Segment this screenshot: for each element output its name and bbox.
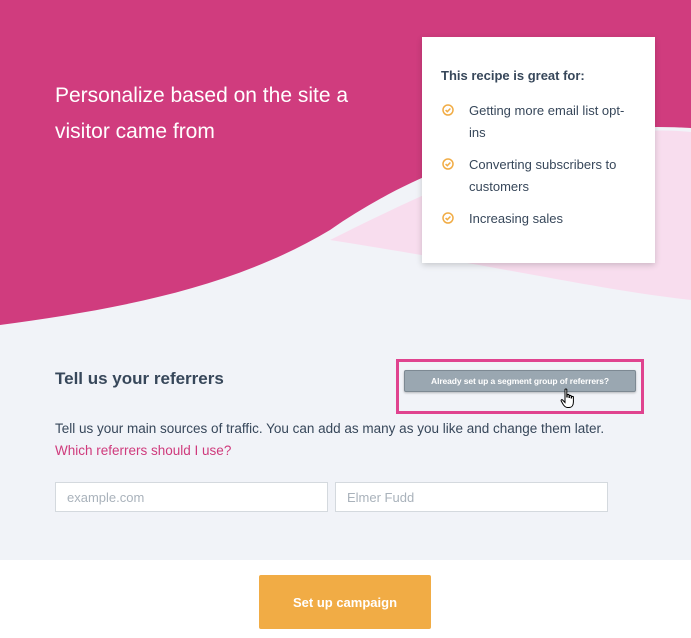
referrers-description: Tell us your main sources of traffic. Yo… <box>55 418 625 462</box>
list-item-label: Getting more email list opt-ins <box>469 103 625 140</box>
recipe-benefits-list: Getting more email list opt-ins Converti… <box>441 100 637 230</box>
recipe-card: This recipe is great for: Getting more e… <box>422 37 655 263</box>
list-item: Converting subscribers to customers <box>441 154 637 198</box>
list-item-label: Converting subscribers to customers <box>469 157 617 194</box>
referrer-name-input[interactable] <box>335 482 608 512</box>
list-item: Increasing sales <box>441 208 637 230</box>
referrer-url-input[interactable] <box>55 482 328 512</box>
check-circle-icon <box>442 158 454 170</box>
check-circle-icon <box>442 104 454 116</box>
check-circle-icon <box>442 212 454 224</box>
hand-cursor-icon <box>560 388 574 408</box>
segment-group-button[interactable]: Already set up a segment group of referr… <box>404 370 636 392</box>
list-item-label: Increasing sales <box>469 211 563 226</box>
description-text: Tell us your main sources of traffic. Yo… <box>55 421 605 436</box>
referrers-heading: Tell us your referrers <box>55 369 224 388</box>
which-referrers-link[interactable]: Which referrers should I use? <box>55 443 231 458</box>
recipe-card-title: This recipe is great for: <box>441 68 585 83</box>
setup-campaign-button[interactable]: Set up campaign <box>259 575 431 629</box>
list-item: Getting more email list opt-ins <box>441 100 637 144</box>
hero-title: Personalize based on the site a visitor … <box>55 84 349 143</box>
